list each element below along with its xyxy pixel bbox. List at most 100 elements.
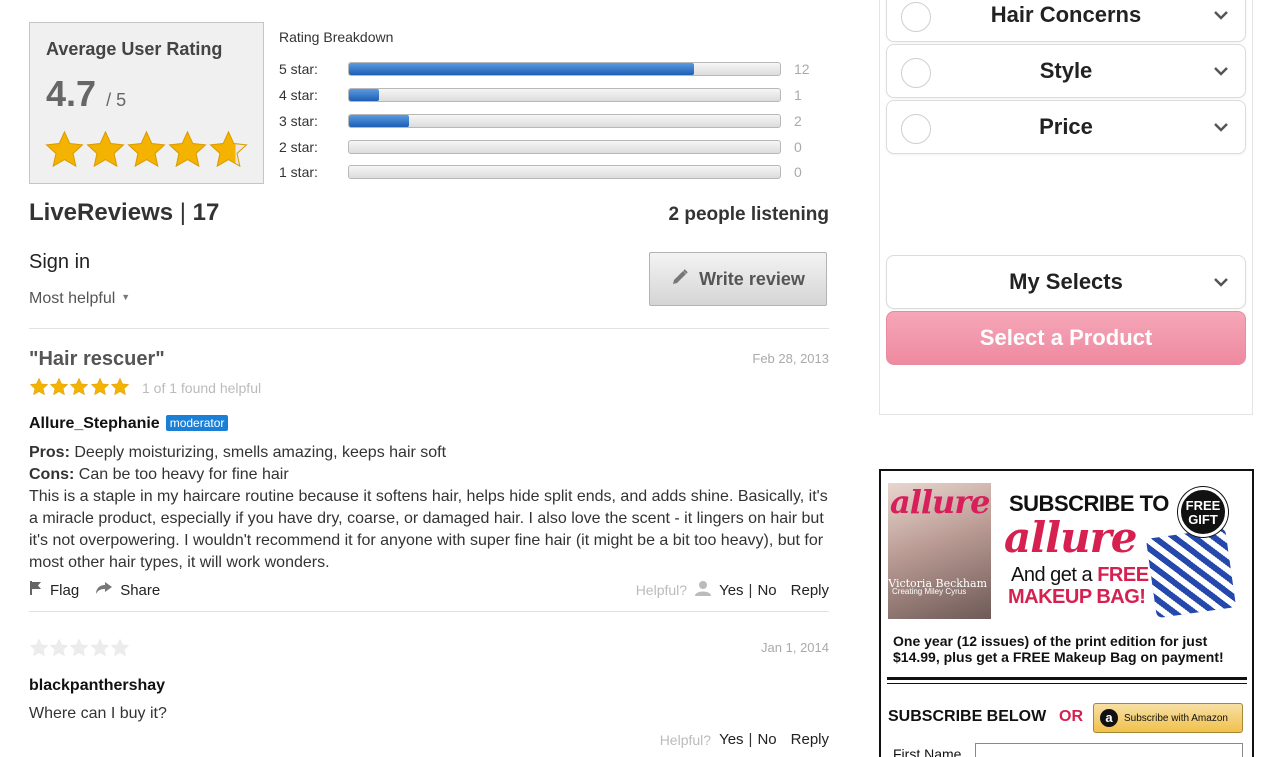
reply-button[interactable]: Reply: [791, 731, 829, 748]
breakdown-row[interactable]: 3 star: 2: [279, 113, 819, 129]
helpful-no-button[interactable]: No: [757, 582, 776, 599]
filter-price[interactable]: Price: [886, 100, 1246, 154]
cons-label: Cons:: [29, 466, 75, 483]
breakdown-row[interactable]: 4 star: 1: [279, 87, 819, 103]
breakdown-count: 1: [794, 87, 802, 103]
average-rating-box: Average User Rating 4.7 / 5: [29, 22, 264, 184]
or-label: OR: [1059, 708, 1083, 725]
star-icon: [29, 377, 49, 396]
star-icon: [209, 130, 248, 168]
review-stars: [29, 377, 130, 396]
flag-button[interactable]: Flag: [29, 580, 79, 600]
rating-out-of: / 5: [106, 90, 127, 110]
breakdown-row[interactable]: 2 star: 0: [279, 139, 819, 155]
subscription-ad[interactable]: allure Victoria Beckham Creating Miley C…: [879, 469, 1254, 757]
breakdown-label: 5 star:: [279, 61, 318, 77]
breakdown-row[interactable]: 5 star: 12: [279, 61, 819, 77]
ad-get-free: And get a FREE: [1011, 564, 1149, 586]
helpful-yes-button[interactable]: Yes: [719, 731, 743, 748]
breakdown-bar-fill: [349, 63, 694, 75]
caret-down-icon: ▼: [121, 292, 131, 302]
listening-count: 2 people listening: [668, 204, 829, 225]
chevron-down-icon: [1214, 11, 1228, 20]
review-date: Jan 1, 2014: [761, 640, 829, 655]
divider: [29, 611, 829, 612]
flag-icon: [29, 580, 43, 600]
ad-divider: [887, 677, 1247, 680]
helpful-question: Helpful?: [659, 731, 712, 748]
author-name[interactable]: Allure_Stephanie: [29, 415, 160, 432]
review-title: "Hair rescuer": [29, 348, 165, 370]
sign-in-link[interactable]: Sign in: [29, 251, 90, 274]
chevron-down-icon: [1214, 67, 1228, 76]
review-feedback: Helpful? Yes | No Reply: [636, 580, 829, 600]
breakdown-label: 3 star:: [279, 113, 318, 129]
header-separator: |: [179, 199, 186, 226]
helpful-no-button[interactable]: No: [757, 731, 776, 748]
user-icon: [695, 580, 712, 600]
subscribe-with-amazon-button[interactable]: a Subscribe with Amazon: [1093, 703, 1243, 733]
chevron-down-icon: [1214, 278, 1228, 287]
moderator-badge: moderator: [165, 415, 229, 431]
star-icon: [110, 377, 129, 396]
makeup-bag-image: [1145, 527, 1237, 619]
select-product-button[interactable]: Select a Product: [886, 311, 1246, 365]
sort-dropdown[interactable]: Most helpful ▼: [29, 290, 130, 308]
subscribe-below-label: SUBSCRIBE BELOW: [888, 708, 1047, 725]
star-icon: [49, 638, 69, 657]
my-selects-dropdown[interactable]: My Selects: [886, 255, 1246, 309]
filter-style[interactable]: Style: [886, 44, 1246, 98]
filter-label: Price: [1039, 114, 1093, 139]
star-icon: [110, 638, 129, 657]
star-icon: [45, 130, 84, 168]
review-date: Feb 28, 2013: [752, 351, 829, 366]
review-stars: [29, 638, 130, 657]
pros-label: Pros:: [29, 444, 70, 461]
review-body: Where can I buy it?: [29, 703, 829, 725]
first-name-input[interactable]: [975, 743, 1243, 757]
breakdown-row[interactable]: 1 star: 0: [279, 164, 819, 180]
review-feedback: Helpful? Yes | No Reply: [660, 731, 829, 748]
write-review-label: Write review: [699, 268, 805, 289]
star-icon: [70, 377, 89, 396]
review-text: This is a staple in my haircare routine …: [29, 488, 828, 571]
pencil-icon: [671, 268, 689, 291]
breakdown-bar: [348, 140, 781, 154]
divider: [29, 328, 829, 329]
sort-label: Most helpful: [29, 290, 116, 307]
breakdown-count: 0: [794, 139, 802, 155]
filter-label: Style: [1039, 58, 1093, 83]
reply-button[interactable]: Reply: [791, 582, 829, 599]
breakdown-count: 0: [794, 164, 802, 180]
helpful-question: Helpful?: [635, 582, 688, 598]
filter-label: Hair Concerns: [990, 2, 1142, 27]
ad-makeup-bag: MAKEUP BAG!: [1008, 586, 1146, 608]
write-review-button[interactable]: Write review: [649, 252, 827, 306]
average-rating-title: Average User Rating: [46, 39, 223, 59]
product-filter-panel: Hair Concerns Style Price My Selects Sel…: [879, 0, 1253, 415]
livereviews-brand: LiveReviews: [29, 199, 174, 226]
review-cons: Cons: Can be too heavy for fine hair: [29, 466, 289, 483]
breakdown-bar: [348, 114, 781, 128]
star-icon: [70, 638, 89, 657]
filter-hair-concerns[interactable]: Hair Concerns: [886, 0, 1246, 42]
share-button[interactable]: Share: [95, 581, 160, 599]
breakdown-count: 12: [794, 61, 810, 77]
author-name[interactable]: blackpanthershay: [29, 677, 165, 694]
star-icon: [168, 130, 207, 168]
review-count: 17: [192, 199, 220, 226]
rating-breakdown-title: Rating Breakdown: [279, 29, 394, 45]
magazine-cover-image: allure Victoria Beckham Creating Miley C…: [888, 483, 991, 619]
average-rating-score: 4.7 / 5: [46, 73, 127, 114]
livereviews-header: LiveReviews | 17: [29, 199, 219, 227]
star-icon: [90, 377, 109, 396]
star-icon: [90, 638, 109, 657]
breakdown-bar: [348, 165, 781, 179]
share-icon: [95, 581, 113, 599]
review-body: Pros: Deeply moisturizing, smells amazin…: [29, 442, 829, 574]
helpful-yes-button[interactable]: Yes: [719, 582, 743, 599]
star-icon: [29, 638, 49, 657]
free-gift-badge: FREE GIFT: [1178, 487, 1228, 537]
breakdown-label: 2 star:: [279, 139, 318, 155]
breakdown-label: 1 star:: [279, 164, 318, 180]
